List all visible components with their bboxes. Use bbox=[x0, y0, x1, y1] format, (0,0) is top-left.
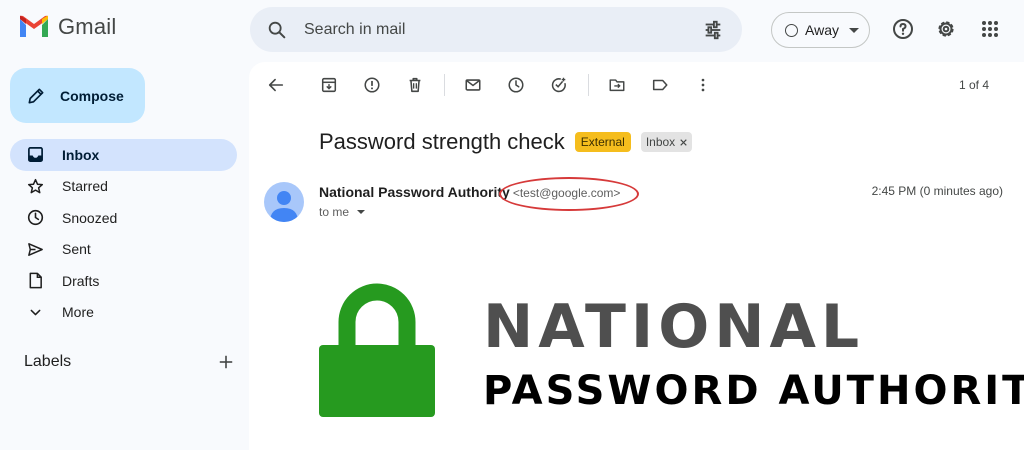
pagination-count: 1 of 4 bbox=[959, 78, 990, 92]
sidebar-item-label: Inbox bbox=[62, 146, 100, 163]
status-circle-icon bbox=[785, 23, 798, 37]
caret-down-icon bbox=[848, 27, 859, 33]
gmail-logo[interactable]: Gmail bbox=[18, 14, 116, 40]
label-tag-icon[interactable] bbox=[650, 75, 670, 95]
apps-grid-icon[interactable] bbox=[978, 17, 1002, 41]
help-icon[interactable] bbox=[891, 17, 915, 41]
recipient-details[interactable]: to me bbox=[319, 205, 366, 219]
status-selector[interactable]: Away bbox=[771, 12, 870, 48]
add-label-icon[interactable] bbox=[218, 354, 234, 370]
sender-avatar[interactable] bbox=[264, 182, 304, 222]
sidebar-nav: Inbox Starred Snoozed Sent Drafts More bbox=[10, 139, 237, 328]
message-timestamp: 2:45 PM (0 minutes ago) bbox=[871, 184, 1003, 198]
mark-unread-mail-icon[interactable] bbox=[463, 75, 483, 95]
toolbar-divider bbox=[588, 74, 589, 96]
remove-label-icon[interactable] bbox=[680, 138, 687, 146]
compose-label: Compose bbox=[60, 87, 124, 104]
sender-name[interactable]: National Password Authority bbox=[319, 184, 510, 200]
search-icon[interactable] bbox=[266, 19, 288, 41]
search-bar[interactable]: Search in mail bbox=[250, 7, 742, 52]
labels-section: Labels bbox=[24, 353, 234, 371]
snooze-clock-icon[interactable] bbox=[506, 75, 526, 95]
message-subject-row: Password strength check External Inbox bbox=[319, 129, 693, 155]
sidebar-item-snoozed[interactable]: Snoozed bbox=[10, 202, 237, 234]
search-options-icon[interactable] bbox=[702, 19, 724, 41]
settings-gear-icon[interactable] bbox=[934, 17, 958, 41]
recipient-text: to me bbox=[319, 205, 350, 219]
sidebar-item-label: Sent bbox=[62, 241, 91, 258]
sidebar-item-label: Drafts bbox=[62, 272, 100, 289]
chevron-down-icon bbox=[26, 303, 44, 321]
sidebar-item-more[interactable]: More bbox=[10, 297, 237, 329]
clock-icon bbox=[26, 209, 44, 227]
pencil-icon bbox=[28, 88, 44, 103]
star-icon bbox=[26, 177, 44, 195]
status-label: Away bbox=[805, 22, 839, 38]
inbox-label-chip: Inbox bbox=[640, 132, 693, 152]
sidebar-item-label: Starred bbox=[62, 178, 108, 195]
external-tag[interactable]: External bbox=[574, 132, 631, 152]
message-subject: Password strength check bbox=[319, 129, 565, 154]
inbox-label-text: Inbox bbox=[645, 135, 676, 149]
archive-icon[interactable] bbox=[319, 75, 339, 95]
app-name: Gmail bbox=[58, 14, 117, 39]
sidebar-item-starred[interactable]: Starred bbox=[10, 171, 237, 203]
brand-title-line2: PASSWORD AUTHORITY bbox=[483, 368, 1024, 414]
more-options-vertical-icon[interactable] bbox=[693, 75, 713, 95]
draft-icon bbox=[26, 272, 44, 290]
sidebar-item-inbox[interactable]: Inbox bbox=[10, 139, 237, 171]
details-caret-icon bbox=[357, 210, 366, 214]
send-icon bbox=[26, 240, 44, 258]
sidebar-item-label: More bbox=[62, 304, 94, 321]
search-input[interactable]: Search in mail bbox=[304, 21, 702, 39]
report-spam-icon[interactable] bbox=[362, 75, 382, 95]
sidebar-item-drafts[interactable]: Drafts bbox=[10, 265, 237, 297]
gmail-m-icon bbox=[20, 15, 48, 37]
delete-trash-icon[interactable] bbox=[405, 75, 425, 95]
inbox-icon bbox=[26, 146, 44, 164]
add-task-icon[interactable] bbox=[549, 75, 569, 95]
toolbar-divider bbox=[444, 74, 445, 96]
labels-heading: Labels bbox=[24, 353, 72, 370]
brand-title-line1: NATIONAL bbox=[483, 292, 865, 362]
move-to-folder-icon[interactable] bbox=[607, 75, 627, 95]
highlight-circle-annotation bbox=[499, 177, 639, 211]
sidebar-item-sent[interactable]: Sent bbox=[10, 234, 237, 266]
compose-button[interactable]: Compose bbox=[10, 68, 145, 123]
message-pane: 1 of 4 Password strength check External … bbox=[249, 62, 1024, 450]
back-arrow-icon[interactable] bbox=[266, 75, 286, 95]
padlock-icon bbox=[319, 283, 435, 417]
sidebar-item-label: Snoozed bbox=[62, 209, 118, 226]
